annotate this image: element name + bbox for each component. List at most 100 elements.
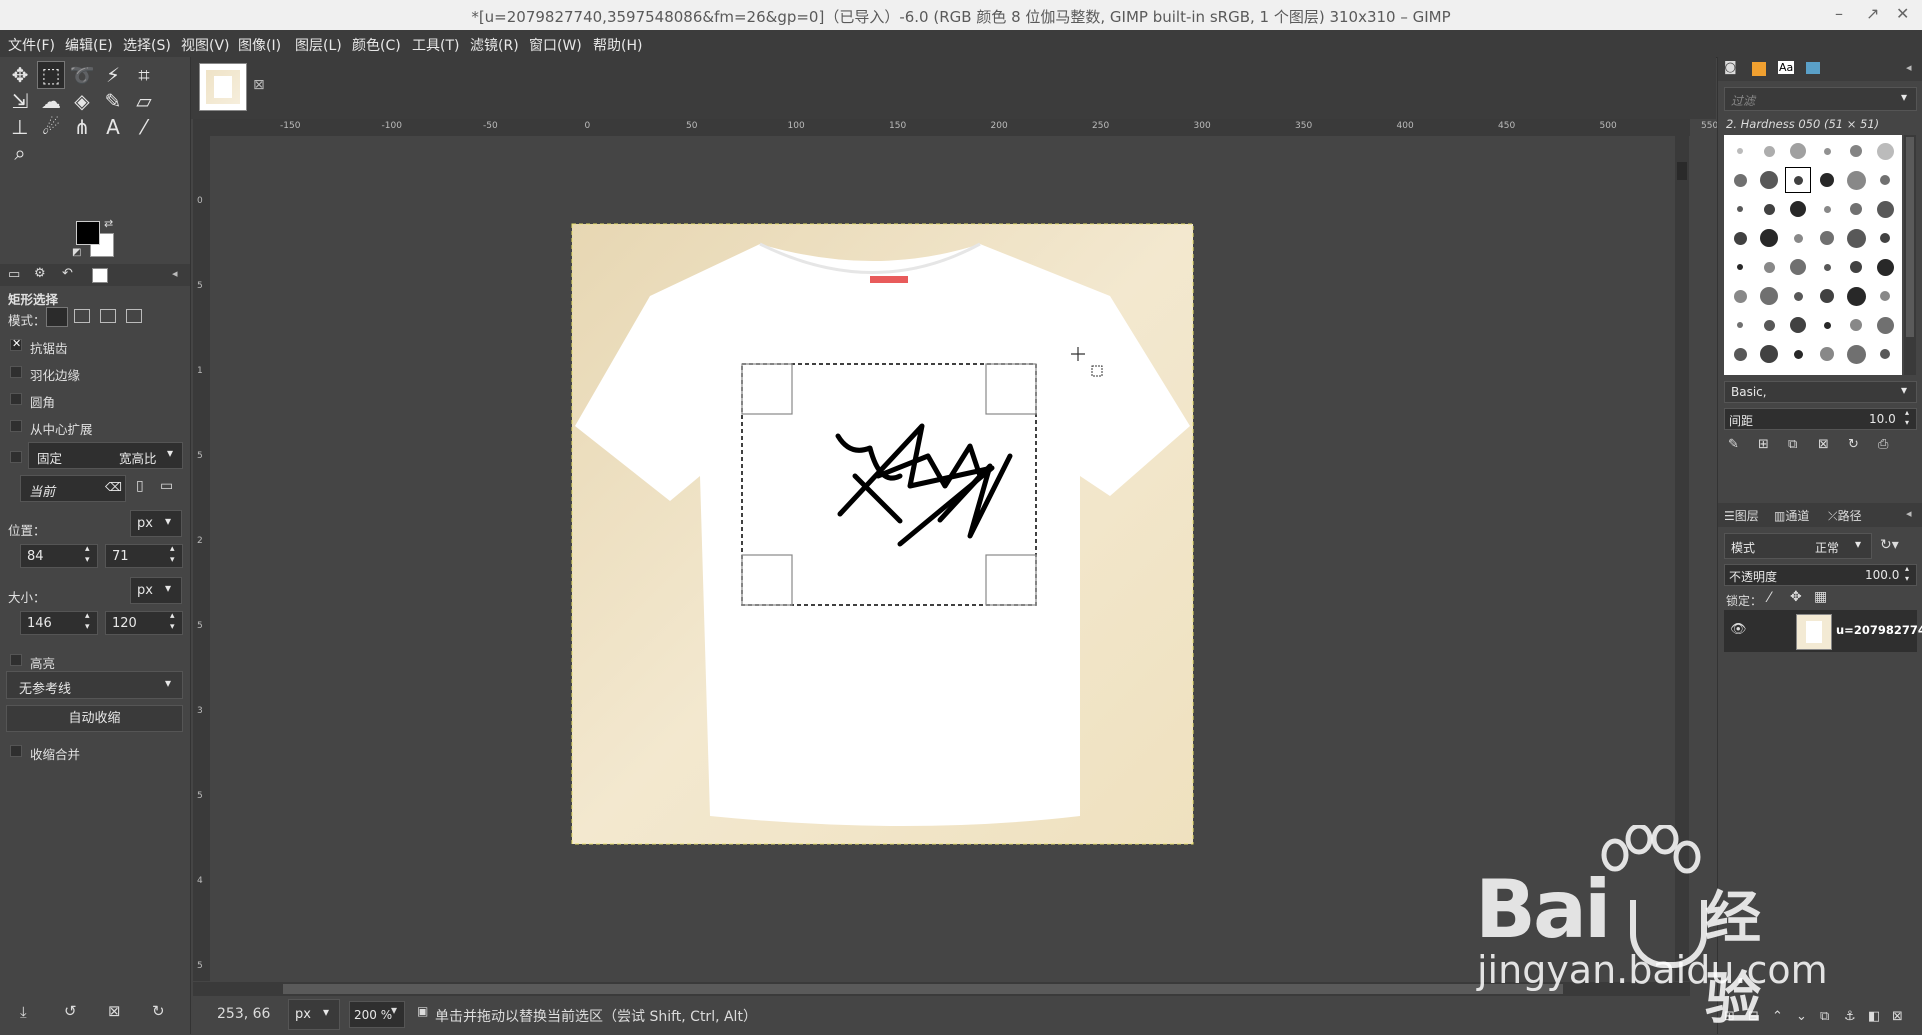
brush-cell[interactable]: [1728, 255, 1752, 279]
reset-options-icon[interactable]: ↻: [152, 1002, 165, 1020]
tab-channels[interactable]: ▥通道: [1774, 507, 1809, 524]
minimize-button[interactable]: –: [1835, 4, 1843, 23]
guides-dropdown[interactable]: 无参考线 ▾: [6, 671, 183, 699]
image-canvas[interactable]: [210, 136, 1690, 981]
brush-cell[interactable]: [1757, 284, 1781, 308]
size-unit-dropdown[interactable]: px ▾: [130, 577, 182, 604]
composite-mode-icon[interactable]: ↻▾: [1880, 537, 1899, 553]
spin-arrows-icon[interactable]: ▴ ▾: [85, 611, 90, 633]
menu-view[interactable]: 视图(V): [181, 35, 230, 55]
portrait-icon[interactable]: ▯: [136, 478, 144, 494]
brush-cell[interactable]: [1844, 226, 1868, 250]
mode-replace-button[interactable]: [46, 307, 68, 327]
clear-icon[interactable]: ⌫: [105, 480, 122, 494]
brush-cell[interactable]: [1815, 197, 1839, 221]
lasso-tool-icon[interactable]: ➰: [68, 61, 96, 89]
images-tab-icon[interactable]: [1806, 62, 1820, 74]
close-image-icon[interactable]: ⊠: [253, 77, 265, 93]
configure-tab-icon[interactable]: ◂: [1906, 507, 1912, 520]
tab-paths[interactable]: ⤫路径: [1828, 507, 1862, 524]
duplicate-layer-icon[interactable]: ⧉: [1820, 1009, 1829, 1024]
brush-cell[interactable]: [1873, 139, 1897, 163]
brush-cell[interactable]: [1786, 139, 1810, 163]
brush-cell[interactable]: [1873, 313, 1897, 337]
brush-cell[interactable]: [1786, 226, 1810, 250]
brush-cell[interactable]: [1728, 226, 1752, 250]
brush-cell[interactable]: [1757, 342, 1781, 366]
new-brush-icon[interactable]: ⊞: [1758, 437, 1769, 452]
fixed-dropdown[interactable]: 固定 宽高比 ▾: [28, 442, 183, 469]
open-brush-icon[interactable]: ⎙: [1878, 437, 1888, 452]
transform-tool-icon[interactable]: ⇲: [6, 87, 34, 115]
brush-cell[interactable]: [1757, 168, 1781, 192]
mode-add-button[interactable]: [74, 309, 90, 323]
fonts-tab-icon[interactable]: Aa: [1778, 61, 1795, 74]
maximize-button[interactable]: ↗: [1866, 4, 1879, 23]
mask-layer-icon[interactable]: ◧: [1868, 1009, 1880, 1024]
brush-cell[interactable]: [1873, 342, 1897, 366]
brush-cell[interactable]: [1815, 313, 1839, 337]
brush-cell[interactable]: [1728, 313, 1752, 337]
brush-cell[interactable]: [1815, 168, 1839, 192]
default-colors-icon[interactable]: ◩: [72, 247, 81, 258]
fuzzy-select-tool-icon[interactable]: ⚡: [99, 61, 127, 89]
menu-image[interactable]: 图像(I): [238, 35, 281, 55]
move-tool-icon[interactable]: ✥: [6, 61, 34, 89]
delete-brush-icon[interactable]: ⊠: [1818, 437, 1829, 452]
landscape-icon[interactable]: ▭: [160, 478, 173, 494]
swap-colors-icon[interactable]: ⇄: [104, 217, 113, 230]
bucket-fill-tool-icon[interactable]: ◈: [68, 87, 96, 115]
layer-row[interactable]: 👁 u=207982774: [1724, 610, 1922, 652]
canvas-area[interactable]: [210, 136, 1690, 981]
device-status-tab-icon[interactable]: ⚙: [34, 266, 46, 281]
size-height-input[interactable]: 120 ▴ ▾: [105, 611, 183, 635]
brush-cell[interactable]: [1728, 342, 1752, 366]
layer-name[interactable]: u=207982774: [1836, 623, 1922, 637]
brush-cell[interactable]: [1728, 284, 1752, 308]
brush-cell[interactable]: [1844, 255, 1868, 279]
brush-cell[interactable]: [1815, 139, 1839, 163]
patterns-tab-icon[interactable]: [1752, 62, 1766, 76]
brush-cell[interactable]: [1757, 139, 1781, 163]
foreground-color[interactable]: [76, 221, 100, 245]
menu-file[interactable]: 文件(F): [8, 35, 55, 55]
brush-cell[interactable]: [1844, 284, 1868, 308]
brush-cell[interactable]: [1844, 342, 1868, 366]
brush-spacing-slider[interactable]: 间距 10.0 ▴ ▾: [1724, 408, 1917, 430]
paintbrush-tool-icon[interactable]: ✎: [99, 87, 127, 115]
brush-cell[interactable]: [1728, 197, 1752, 221]
position-unit-dropdown[interactable]: px ▾: [130, 510, 182, 537]
color-picker-tool-icon[interactable]: ⁄: [130, 113, 158, 141]
antialias-checkbox[interactable]: ✕: [10, 337, 22, 351]
brush-cell[interactable]: [1873, 197, 1897, 221]
brush-tag-dropdown[interactable]: Basic, ▾: [1724, 381, 1917, 403]
edit-brush-icon[interactable]: ✎: [1728, 437, 1739, 452]
menu-colors[interactable]: 颜色(C): [352, 35, 401, 55]
brush-grid[interactable]: [1724, 135, 1902, 375]
brush-cell[interactable]: [1873, 284, 1897, 308]
tool-options-tab-icon[interactable]: ▭: [8, 267, 20, 282]
brush-cell[interactable]: [1786, 342, 1810, 366]
delete-layer-icon[interactable]: ⊠: [1892, 1009, 1903, 1024]
unit-dropdown[interactable]: px ▾: [288, 999, 340, 1030]
menu-filters[interactable]: 滤镜(R): [470, 35, 519, 55]
mode-subtract-button[interactable]: [100, 309, 116, 323]
duplicate-brush-icon[interactable]: ⧉: [1788, 437, 1797, 452]
menu-help[interactable]: 帮助(H): [593, 35, 642, 55]
brush-cell[interactable]: [1757, 197, 1781, 221]
images-tab-icon[interactable]: [92, 268, 108, 283]
configure-tab-icon[interactable]: ◂: [172, 267, 178, 280]
text-tool-icon[interactable]: A: [99, 113, 127, 141]
position-y-input[interactable]: 71 ▴ ▾: [105, 544, 183, 568]
brush-cell[interactable]: [1786, 197, 1810, 221]
brush-cell[interactable]: [1815, 284, 1839, 308]
menu-select[interactable]: 选择(S): [123, 35, 171, 55]
undo-history-tab-icon[interactable]: ↶: [62, 266, 73, 281]
eye-icon[interactable]: 👁: [1730, 622, 1747, 637]
menu-edit[interactable]: 编辑(E): [65, 35, 113, 55]
brush-cell[interactable]: [1785, 167, 1811, 193]
lock-pixels-icon[interactable]: ⁄: [1768, 590, 1770, 606]
brush-cell[interactable]: [1815, 255, 1839, 279]
feather-checkbox[interactable]: [10, 366, 22, 378]
restore-options-icon[interactable]: ↺: [64, 1002, 77, 1020]
